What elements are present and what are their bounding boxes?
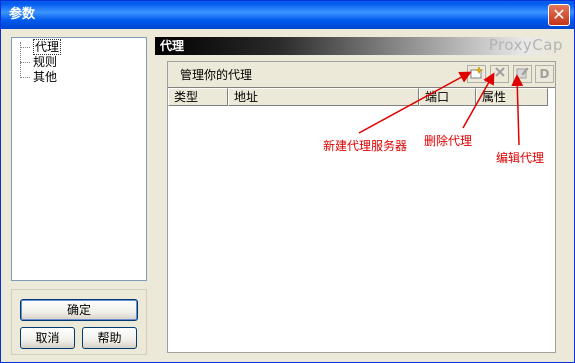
tree-item-label: 规则 (33, 55, 58, 69)
annotation-edit-proxy: 编辑代理 (496, 151, 545, 165)
column-header-type[interactable]: 类型 (168, 88, 228, 106)
panel-caption: 管理你的代理 (180, 68, 253, 82)
column-header-address[interactable]: 地址 (228, 88, 419, 106)
new-proxy-icon (470, 66, 484, 79)
new-proxy-button[interactable] (467, 65, 486, 83)
close-button[interactable]: ✕ (548, 4, 570, 26)
column-header-port[interactable]: 端口 (419, 88, 476, 106)
dialog-buttons-group: 确定 取消 帮助 (11, 289, 147, 355)
tree-item-label: 其他 (33, 70, 58, 84)
annotation-new-server: 新建代理服务器 (323, 139, 408, 153)
d-button[interactable]: D (535, 65, 554, 83)
preferences-window: 参数 ✕ 代理 规则 其他 确定 取消 帮助 代理 ProxyCap 管理你的代… (0, 0, 575, 363)
brand-logo: ProxyCap (488, 36, 563, 54)
ok-button[interactable]: 确定 (20, 299, 138, 321)
help-button[interactable]: 帮助 (82, 327, 137, 349)
window-title: 参数 (9, 7, 36, 22)
cancel-button[interactable]: 取消 (20, 327, 75, 349)
category-tree[interactable]: 代理 规则 其他 (11, 37, 147, 281)
delete-proxy-button[interactable] (490, 65, 509, 83)
delete-proxy-icon (494, 67, 505, 77)
close-icon: ✕ (552, 5, 566, 24)
column-header-attributes[interactable]: 属性 (476, 88, 548, 106)
section-title: 代理 (160, 39, 185, 53)
section-header: 代理 ProxyCap (155, 36, 565, 55)
proxy-list[interactable]: 类型 地址 端口 属性 (168, 87, 555, 352)
tree-item-rules[interactable]: 规则 (16, 55, 146, 70)
edit-proxy-button[interactable] (513, 65, 532, 83)
tree-item-other[interactable]: 其他 (16, 70, 146, 85)
tree-item-proxy[interactable]: 代理 (16, 39, 146, 55)
tree-item-label: 代理 (33, 39, 62, 55)
annotation-delete-proxy: 删除代理 (424, 134, 473, 148)
edit-proxy-icon (516, 67, 529, 79)
title-bar[interactable]: 参数 ✕ (1, 1, 574, 29)
proxy-management-panel: 管理你的代理 D 类型 地址 端口 属性 (167, 61, 556, 353)
